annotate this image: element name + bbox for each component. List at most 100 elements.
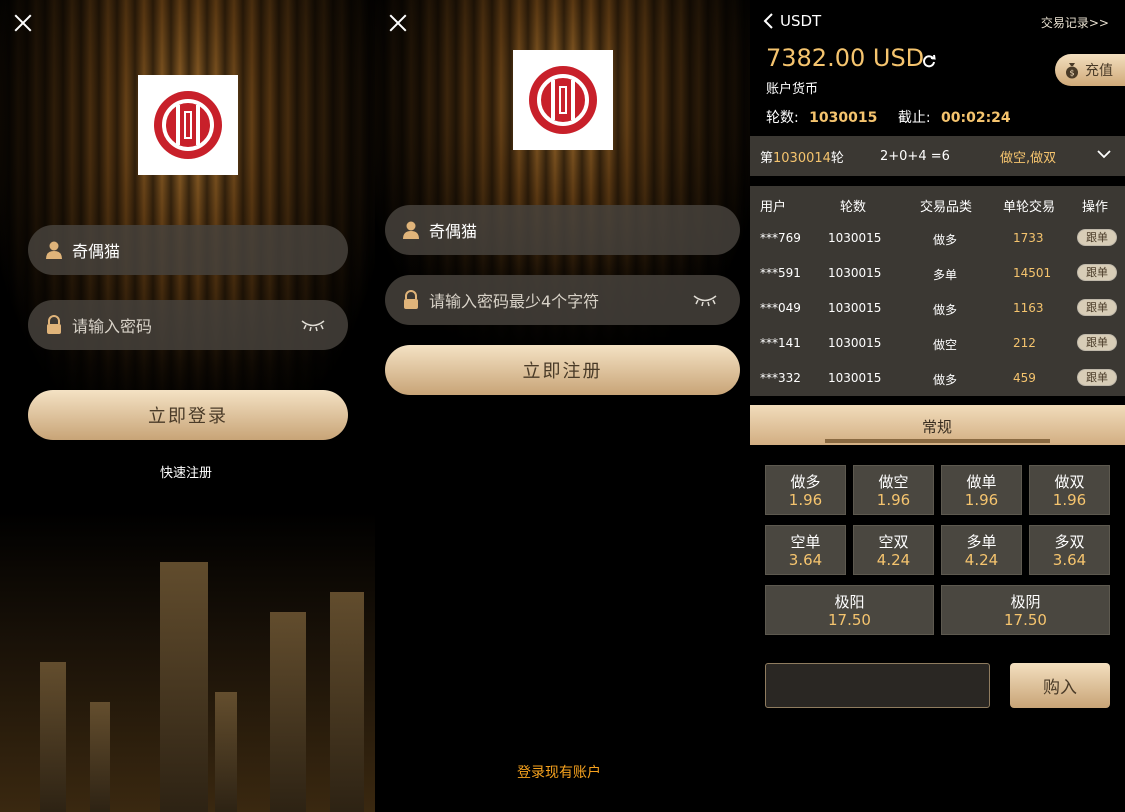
bet-option-name: 极阳 <box>834 593 865 611</box>
cell-round: 1030015 <box>828 266 882 280</box>
lock-icon <box>401 290 421 310</box>
follow-button[interactable]: 跟单 <box>1077 264 1117 281</box>
last-round-number: 第1030014轮 <box>760 150 844 166</box>
existing-account-link[interactable]: 登录现有账户 <box>517 762 601 782</box>
login-screen: 奇偶猫 请输入密码 立即登录 快速注册 <box>0 0 375 812</box>
cell-user: ***769 <box>760 231 801 245</box>
cell-user: ***591 <box>760 266 801 280</box>
refresh-icon[interactable] <box>922 53 936 68</box>
follow-button[interactable]: 跟单 <box>1077 334 1117 351</box>
cell-user: ***332 <box>760 371 801 385</box>
username-field[interactable]: 奇偶猫 <box>385 205 740 255</box>
password-field[interactable]: 请输入密码最少4个字符 <box>385 275 740 325</box>
bet-option-odds: 17.50 <box>1004 611 1047 629</box>
quick-register-link[interactable]: 快速注册 <box>160 462 212 481</box>
trade-records-link[interactable]: 交易记录>> <box>1041 14 1109 31</box>
col-user: 用户 <box>760 200 787 215</box>
bet-option[interactable]: 做双 1.96 <box>1029 465 1110 515</box>
bet-option[interactable]: 做单 1.96 <box>941 465 1022 515</box>
bet-option-odds: 1.96 <box>1052 491 1087 509</box>
bet-option-name: 极阴 <box>1010 593 1041 611</box>
col-round: 轮数 <box>840 200 867 215</box>
bet-option[interactable]: 空单 3.64 <box>765 525 846 575</box>
table-row: ***049 1030015 做多 1163 跟单 <box>750 291 1125 326</box>
lock-icon <box>44 315 64 335</box>
password-placeholder: 请输入密码最少4个字符 <box>429 292 600 311</box>
cell-amount: 459 <box>1013 371 1036 385</box>
bet-option-name: 空双 <box>878 533 909 551</box>
bet-option-name: 做多 <box>790 473 821 491</box>
last-round-outcome: 做空,做双 <box>1000 150 1057 166</box>
bet-option-odds: 4.24 <box>876 551 911 569</box>
cell-type: 多单 <box>933 268 958 282</box>
account-currency-label: 账户货币 <box>766 82 819 97</box>
password-placeholder: 请输入密码 <box>72 317 153 336</box>
follow-button[interactable]: 跟单 <box>1077 299 1117 316</box>
logo <box>513 50 613 150</box>
cell-round: 1030015 <box>828 371 882 385</box>
bet-option[interactable]: 极阴 17.50 <box>941 585 1110 635</box>
bet-option[interactable]: 做空 1.96 <box>853 465 934 515</box>
eye-closed-icon[interactable] <box>300 317 326 332</box>
chevron-down-icon[interactable] <box>1097 148 1111 159</box>
close-icon[interactable] <box>387 12 409 34</box>
table-row: ***141 1030015 做空 212 跟单 <box>750 326 1125 361</box>
cell-round: 1030015 <box>828 301 882 315</box>
username-field[interactable]: 奇偶猫 <box>28 225 348 275</box>
recharge-button[interactable]: $ 充值 <box>1055 54 1125 86</box>
table-row: ***769 1030015 做多 1733 跟单 <box>750 221 1125 256</box>
bet-option[interactable]: 极阳 17.50 <box>765 585 934 635</box>
buy-button[interactable]: 购入 <box>1010 663 1110 708</box>
bet-option[interactable]: 空双 4.24 <box>853 525 934 575</box>
bet-option-name: 空单 <box>790 533 821 551</box>
col-type: 交易品类 <box>920 200 973 215</box>
login-button[interactable]: 立即登录 <box>28 390 348 440</box>
col-action: 操作 <box>1082 200 1109 215</box>
col-amount: 单轮交易 <box>1003 200 1056 215</box>
bet-option[interactable]: 多单 4.24 <box>941 525 1022 575</box>
cell-amount: 212 <box>1013 336 1036 350</box>
balance-value: 7382.00 USD <box>766 44 925 72</box>
live-trades-table: 用户 轮数 交易品类 单轮交易 操作 ***769 1030015 做多 1733 跟单… <box>750 186 1125 396</box>
deadline-value: 00:02:24 <box>941 110 1011 126</box>
username-value: 奇偶猫 <box>72 242 121 261</box>
cell-type: 做多 <box>933 303 958 317</box>
bet-option-odds: 1.96 <box>964 491 999 509</box>
bet-option-odds: 17.50 <box>828 611 871 629</box>
bet-option-odds: 4.24 <box>964 551 999 569</box>
follow-button[interactable]: 跟单 <box>1077 369 1117 386</box>
cell-user: ***049 <box>760 301 801 315</box>
follow-button[interactable]: 跟单 <box>1077 229 1117 246</box>
bet-option-name: 多双 <box>1054 533 1085 551</box>
table-row: ***332 1030015 做多 459 跟单 <box>750 361 1125 396</box>
bet-option-odds: 1.96 <box>788 491 823 509</box>
bet-option-name: 多单 <box>966 533 997 551</box>
money-bag-icon: $ <box>1063 61 1081 79</box>
tab-label: 常规 <box>922 418 953 436</box>
bet-option-name: 做双 <box>1054 473 1085 491</box>
amount-input[interactable] <box>765 663 990 708</box>
account-header: USDT 交易记录>> 7382.00 USD 账户货币 $ 充值 轮数: 10… <box>750 0 1125 135</box>
register-button[interactable]: 立即注册 <box>385 345 740 395</box>
password-field[interactable]: 请输入密码 <box>28 300 348 350</box>
bet-option-odds: 3.64 <box>1052 551 1087 569</box>
bet-option[interactable]: 多双 3.64 <box>1029 525 1110 575</box>
user-icon <box>401 220 421 240</box>
cell-type: 做多 <box>933 373 958 387</box>
bet-option-odds: 3.64 <box>788 551 823 569</box>
logo <box>138 75 238 175</box>
round-info: 轮数: 1030015 截止: 00:02:24 <box>766 107 1011 127</box>
tab-regular[interactable]: 常规 <box>750 405 1125 445</box>
bet-option-name: 做空 <box>878 473 909 491</box>
city-skyline-background <box>0 512 375 812</box>
cell-round: 1030015 <box>828 231 882 245</box>
eye-closed-icon[interactable] <box>692 292 718 307</box>
last-round-result[interactable]: 第1030014轮 2+0+4 =6 做空,做双 <box>750 136 1125 176</box>
cell-type: 做多 <box>933 233 958 247</box>
bet-option[interactable]: 做多 1.96 <box>765 465 846 515</box>
username-value: 奇偶猫 <box>429 222 478 241</box>
close-icon[interactable] <box>12 12 34 34</box>
bet-option-odds: 1.96 <box>876 491 911 509</box>
table-header: 用户 轮数 交易品类 单轮交易 操作 <box>750 186 1125 221</box>
back-arrow-icon[interactable] <box>762 12 776 30</box>
